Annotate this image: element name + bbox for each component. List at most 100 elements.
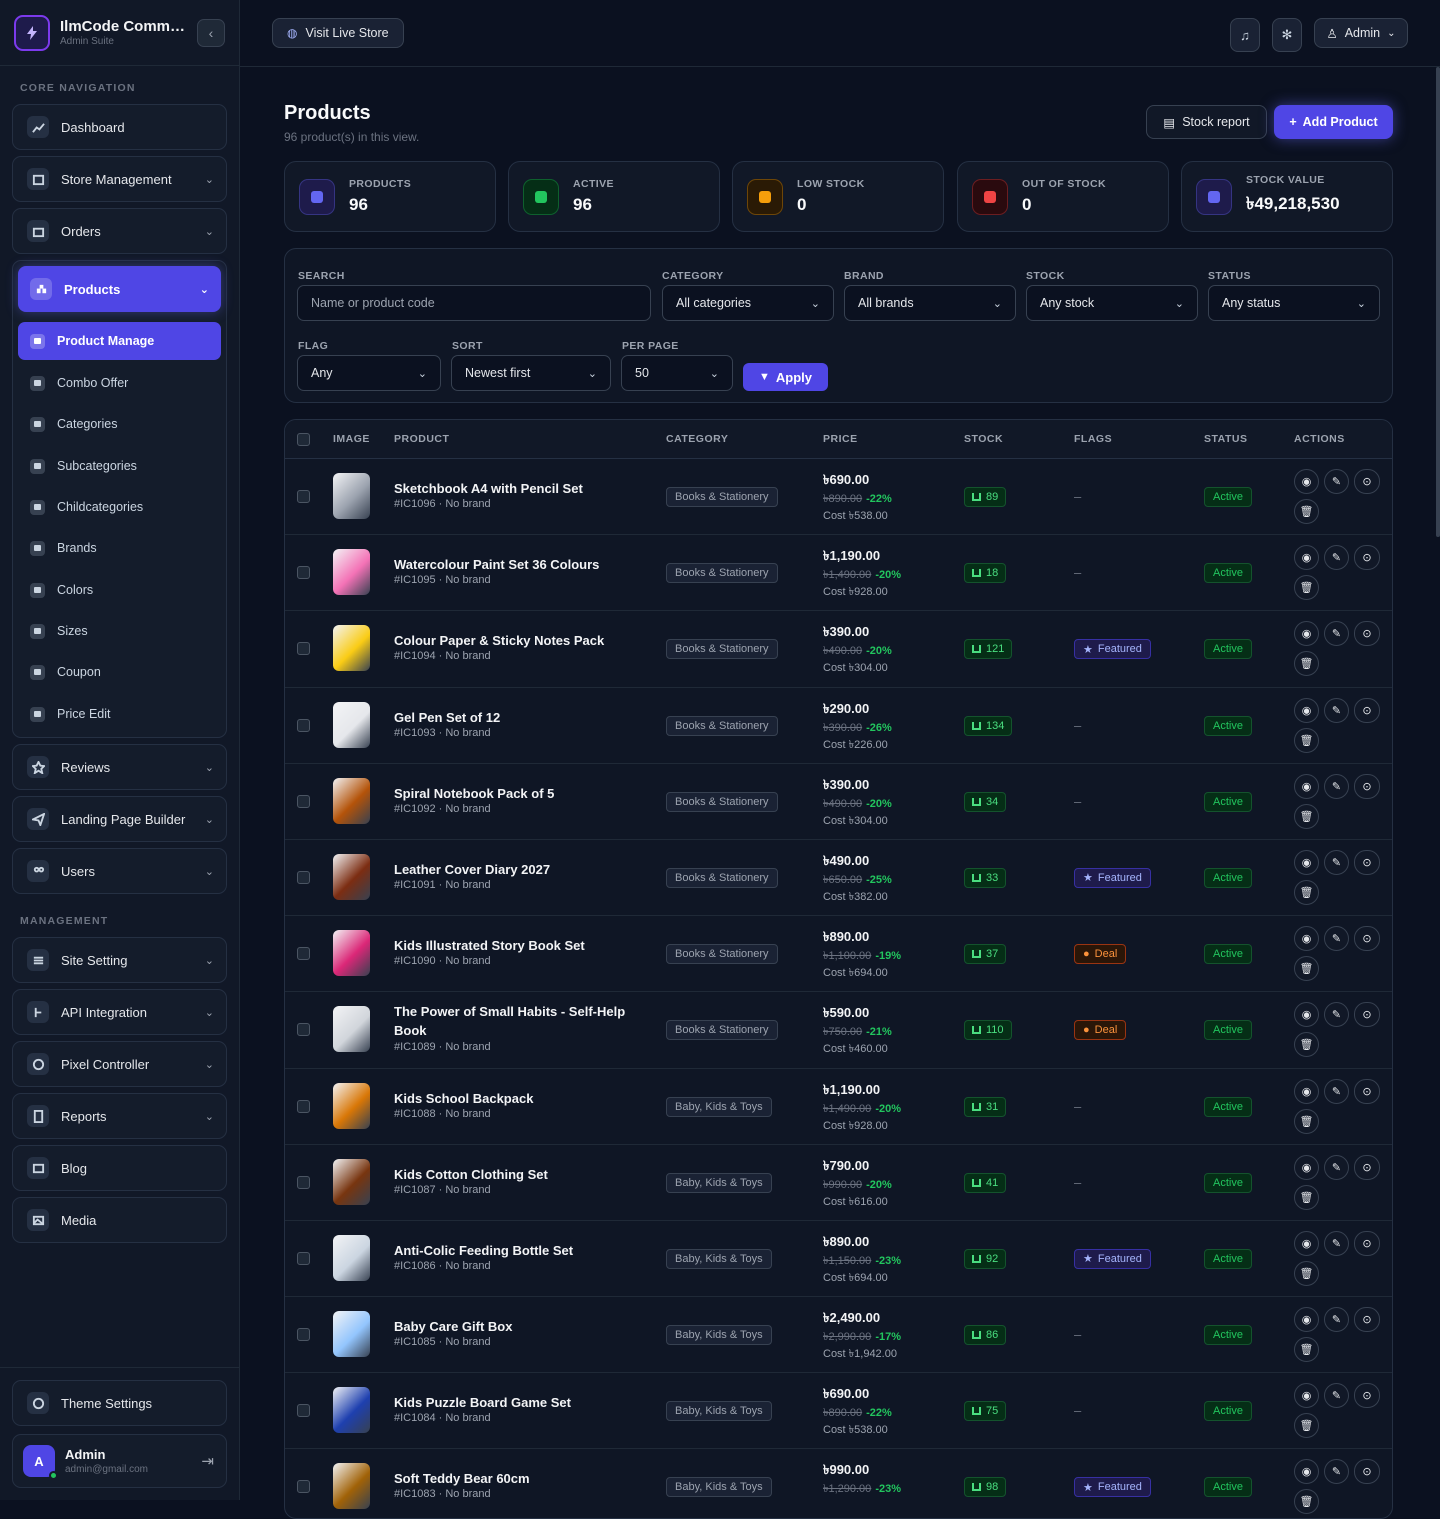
row-checkbox[interactable] [297, 718, 310, 732]
toggle-visibility-button[interactable]: ⊙ [1354, 849, 1380, 875]
toggle-visibility-button[interactable]: ⊙ [1354, 1002, 1380, 1028]
view-button[interactable]: ◉ [1294, 1383, 1319, 1409]
toggle-visibility-button[interactable]: ⊙ [1354, 1230, 1380, 1256]
delete-button[interactable]: 🗑 [1294, 879, 1319, 905]
notifications-button[interactable]: ♫ [1230, 18, 1260, 52]
view-button[interactable]: ◉ [1294, 1078, 1319, 1104]
edit-button[interactable]: ✎ [1324, 1230, 1349, 1256]
delete-button[interactable]: 🗑 [1294, 1489, 1319, 1515]
row-checkbox[interactable] [297, 1175, 310, 1189]
view-button[interactable]: ◉ [1294, 621, 1319, 647]
delete-button[interactable]: 🗑 [1294, 575, 1319, 601]
status-select[interactable]: Any status ⌄ [1208, 285, 1380, 321]
select-all-checkbox[interactable] [297, 433, 310, 446]
sidebar-subitem-brands[interactable]: Brands [18, 529, 221, 567]
row-checkbox[interactable] [297, 642, 310, 656]
sidebar-item-reports[interactable]: Reports ⌄ [12, 1093, 227, 1139]
edit-button[interactable]: ✎ [1324, 621, 1349, 647]
stock-report-button[interactable]: ▤ Stock report [1146, 105, 1267, 139]
view-button[interactable]: ◉ [1294, 849, 1319, 875]
product-name[interactable]: Watercolour Paint Set 36 Colours [394, 555, 634, 574]
sidebar-item-site-setting[interactable]: Site Setting ⌄ [12, 937, 227, 983]
delete-button[interactable]: 🗑 [1294, 1413, 1319, 1439]
logout-icon[interactable]: ⇥ [201, 1452, 214, 1470]
stock-select[interactable]: Any stock ⌄ [1026, 285, 1198, 321]
product-name[interactable]: Kids Puzzle Board Game Set [394, 1393, 634, 1412]
delete-button[interactable]: 🗑 [1294, 1108, 1319, 1134]
edit-button[interactable]: ✎ [1324, 697, 1349, 723]
sidebar-item-products[interactable]: Products ⌄ [18, 266, 221, 312]
visit-live-store-button[interactable]: ◍ Visit Live Store [272, 18, 404, 48]
product-name[interactable]: Kids School Backpack [394, 1089, 634, 1108]
product-name[interactable]: Gel Pen Set of 12 [394, 708, 634, 727]
delete-button[interactable]: 🗑 [1294, 499, 1319, 524]
edit-button[interactable]: ✎ [1324, 1154, 1349, 1180]
collapse-sidebar-button[interactable]: ‹ [197, 18, 225, 47]
add-product-button[interactable]: + Add Product [1274, 105, 1393, 139]
edit-button[interactable]: ✎ [1324, 469, 1349, 494]
sidebar-item-users[interactable]: Users ⌄ [12, 848, 227, 894]
view-button[interactable]: ◉ [1294, 773, 1319, 799]
sidebar-subitem-colors[interactable]: Colors [18, 571, 221, 609]
sidebar-subitem-combo-offer[interactable]: Combo Offer [18, 364, 221, 402]
row-checkbox[interactable] [297, 1251, 310, 1265]
edit-button[interactable]: ✎ [1324, 773, 1349, 799]
view-button[interactable]: ◉ [1294, 1154, 1319, 1180]
delete-button[interactable]: 🗑 [1294, 727, 1319, 753]
view-button[interactable]: ◉ [1294, 1307, 1319, 1333]
sidebar-item-theme-settings[interactable]: Theme Settings [12, 1380, 227, 1426]
sidebar-item-blog[interactable]: Blog [12, 1145, 227, 1191]
toggle-visibility-button[interactable]: ⊙ [1354, 1078, 1380, 1104]
product-name[interactable]: Colour Paper & Sticky Notes Pack [394, 631, 634, 650]
row-checkbox[interactable] [297, 947, 310, 961]
per-page-select[interactable]: 50 ⌄ [621, 355, 733, 391]
view-button[interactable]: ◉ [1294, 469, 1319, 494]
row-checkbox[interactable] [297, 1480, 310, 1494]
category-select[interactable]: All categories ⌄ [662, 285, 834, 321]
row-checkbox[interactable] [297, 1328, 310, 1342]
view-button[interactable]: ◉ [1294, 697, 1319, 723]
sidebar-subitem-product-manage[interactable]: Product Manage [18, 322, 221, 360]
sidebar-item-reviews[interactable]: Reviews ⌄ [12, 744, 227, 790]
delete-button[interactable]: 🗑 [1294, 1032, 1319, 1058]
product-name[interactable]: Baby Care Gift Box [394, 1317, 634, 1336]
sidebar-subitem-coupon[interactable]: Coupon [18, 653, 221, 691]
product-name[interactable]: Spiral Notebook Pack of 5 [394, 784, 634, 803]
sidebar-subitem-childcategories[interactable]: Childcategories [18, 488, 221, 526]
view-button[interactable]: ◉ [1294, 1459, 1319, 1485]
edit-button[interactable]: ✎ [1324, 1307, 1349, 1333]
edit-button[interactable]: ✎ [1324, 1383, 1349, 1409]
row-checkbox[interactable] [297, 870, 310, 884]
view-button[interactable]: ◉ [1294, 1002, 1319, 1028]
toggle-visibility-button[interactable]: ⊙ [1354, 1154, 1380, 1180]
edit-button[interactable]: ✎ [1324, 1002, 1349, 1028]
toggle-visibility-button[interactable]: ⊙ [1354, 1383, 1380, 1409]
product-name[interactable]: Kids Illustrated Story Book Set [394, 936, 634, 955]
toggle-visibility-button[interactable]: ⊙ [1354, 1459, 1380, 1485]
product-name[interactable]: The Power of Small Habits - Self-Help Bo… [394, 1002, 634, 1040]
row-checkbox[interactable] [297, 490, 310, 503]
settings-button[interactable]: ✻ [1272, 18, 1302, 52]
apply-button[interactable]: ▼ Apply [743, 363, 828, 391]
toggle-visibility-button[interactable]: ⊙ [1354, 1307, 1380, 1333]
admin-menu-button[interactable]: ♙ Admin ⌄ [1314, 18, 1408, 48]
sidebar-subitem-categories[interactable]: Categories [18, 405, 221, 443]
delete-button[interactable]: 🗑 [1294, 956, 1319, 982]
page-scrollbar[interactable] [1436, 67, 1440, 537]
view-button[interactable]: ◉ [1294, 926, 1319, 952]
search-input[interactable]: Name or product code [297, 285, 651, 321]
edit-button[interactable]: ✎ [1324, 545, 1349, 571]
delete-button[interactable]: 🗑 [1294, 803, 1319, 829]
sidebar-item-api-integration[interactable]: API Integration ⌄ [12, 989, 227, 1035]
sidebar-item-store-management[interactable]: Store Management ⌄ [12, 156, 227, 202]
delete-button[interactable]: 🗑 [1294, 1337, 1319, 1363]
sidebar-subitem-sizes[interactable]: Sizes [18, 612, 221, 650]
edit-button[interactable]: ✎ [1324, 1078, 1349, 1104]
delete-button[interactable]: 🗑 [1294, 1184, 1319, 1210]
product-name[interactable]: Sketchbook A4 with Pencil Set [394, 479, 634, 498]
product-name[interactable]: Soft Teddy Bear 60cm [394, 1469, 634, 1488]
sidebar-subitem-price-edit[interactable]: Price Edit [18, 695, 221, 733]
product-name[interactable]: Anti-Colic Feeding Bottle Set [394, 1241, 634, 1260]
sidebar-subitem-subcategories[interactable]: Subcategories [18, 447, 221, 485]
row-checkbox[interactable] [297, 566, 310, 580]
